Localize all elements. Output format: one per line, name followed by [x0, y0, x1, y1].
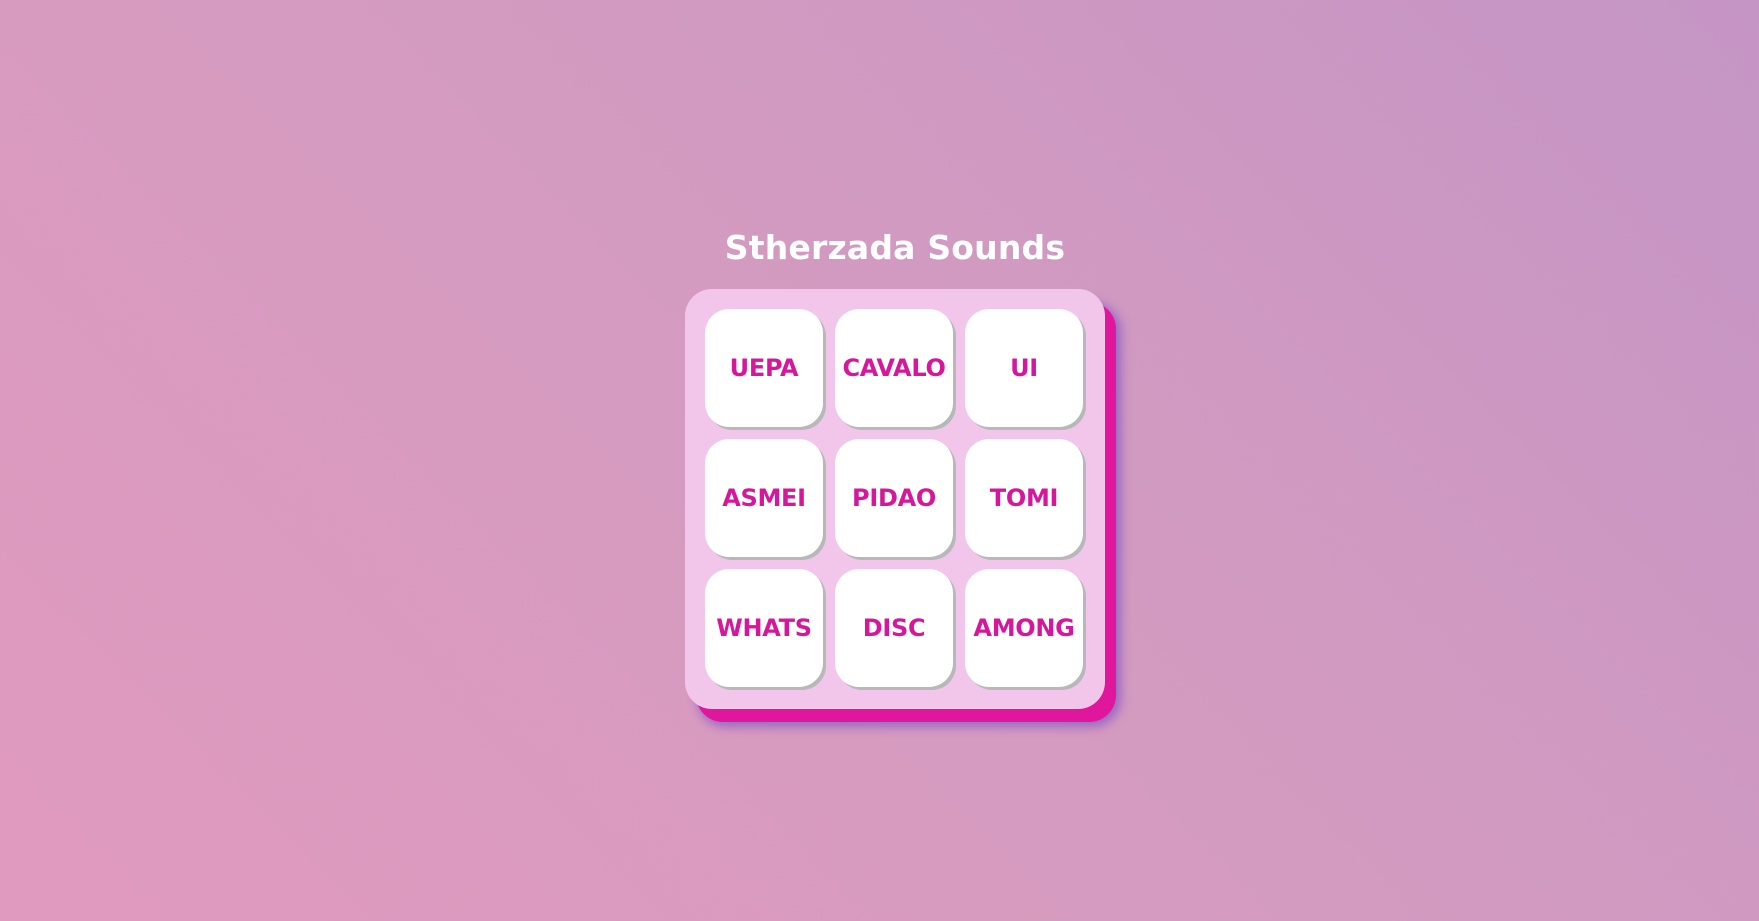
sound-key-among[interactable]: AMONG [965, 569, 1083, 687]
sound-key-label: UEPA [729, 354, 799, 382]
sound-key-ui[interactable]: UI [965, 309, 1083, 427]
app-title: Stherzada Sounds [724, 228, 1066, 267]
sound-key-tomi[interactable]: TOMI [965, 439, 1083, 557]
sound-key-label: DISC [862, 614, 926, 642]
sound-key-whats[interactable]: WHATS [705, 569, 823, 687]
sound-key-uepa[interactable]: UEPA [705, 309, 823, 427]
sound-key-label: CAVALO [842, 354, 946, 382]
sound-key-pidao[interactable]: PIDAO [835, 439, 953, 557]
sound-key-label: UI [1010, 354, 1038, 382]
sound-key-label: AMONG [973, 614, 1075, 642]
sound-pad: UEPA CAVALO UI ASMEI PIDAO TOMI WHATS DI… [685, 289, 1105, 709]
sound-key-label: PIDAO [852, 484, 936, 512]
sound-key-grid: UEPA CAVALO UI ASMEI PIDAO TOMI WHATS DI… [705, 309, 1083, 687]
sound-key-disc[interactable]: DISC [835, 569, 953, 687]
sound-key-label: WHATS [716, 614, 812, 642]
sound-key-label: TOMI [989, 484, 1059, 512]
sound-key-cavalo[interactable]: CAVALO [835, 309, 953, 427]
sound-key-asmei[interactable]: ASMEI [705, 439, 823, 557]
sound-key-label: ASMEI [722, 484, 806, 512]
